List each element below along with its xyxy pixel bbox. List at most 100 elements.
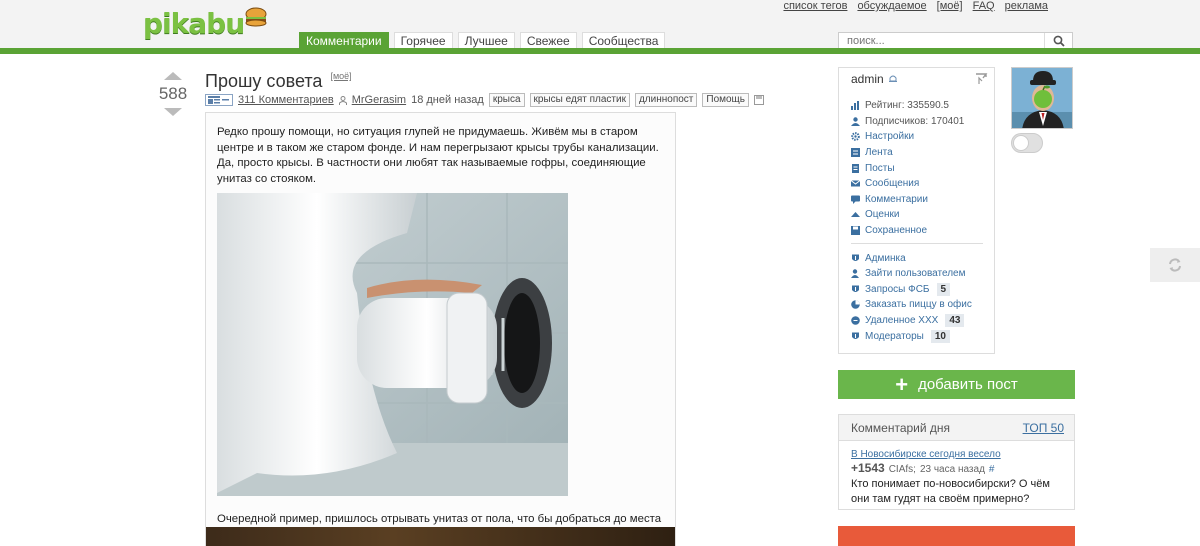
post-author[interactable]: MrGerasim <box>352 94 406 106</box>
comment-time: 23 часа назад <box>919 464 985 475</box>
tab-hot[interactable]: Горячее <box>393 32 453 49</box>
envelope-icon <box>851 180 860 187</box>
save-icon[interactable] <box>754 95 764 105</box>
post-rating: 588 <box>158 84 188 103</box>
author-icon <box>338 95 347 105</box>
post-text-1: Редко прошу помощи, но ситуация глупей н… <box>217 126 659 185</box>
search-button[interactable] <box>1044 33 1072 49</box>
post-content: Редко прошу помощи, но ситуация глупей н… <box>205 112 676 546</box>
avatar[interactable] <box>1011 67 1073 129</box>
comment-post-link[interactable]: В Новосибирске сегодня весело <box>851 449 1062 460</box>
header-green-line <box>0 48 1200 54</box>
comment-meta: +1543 CIAfs; 23 часа назад # <box>851 461 1062 475</box>
profile-rating: Рейтинг: 335590.5 <box>851 98 994 114</box>
view-toggle-icon[interactable] <box>205 94 233 106</box>
search-icon <box>1053 35 1065 47</box>
profile-header: admin <box>839 68 994 90</box>
count-badge: 10 <box>930 329 950 343</box>
comment-of-day-header: Комментарий дня ТОП 50 <box>839 415 1074 441</box>
tag-item[interactable]: Помощь <box>702 93 749 107</box>
toggle-knob <box>1013 135 1029 151</box>
shield-icon <box>852 332 859 339</box>
tab-communities[interactable]: Сообщества <box>581 32 666 49</box>
menu-deleted-xxx[interactable]: Удаленное XXX 43 <box>851 313 994 329</box>
circle-icon <box>851 316 860 325</box>
post-title-text: Прошу совета <box>205 71 323 91</box>
top50-link[interactable]: ТОП 50 <box>1023 421 1064 435</box>
post-image-2[interactable] <box>206 527 675 546</box>
tag-item[interactable]: крысы едят пластик <box>529 93 630 107</box>
top-link-discussed[interactable]: обсуждаемое <box>857 0 926 12</box>
site-header: pikabu список тегов обсуждаемое [моё] FA… <box>0 0 1200 54</box>
menu-admin[interactable]: Админка <box>851 250 994 266</box>
user-switch-icon <box>851 269 859 279</box>
tag-item[interactable]: длиннопост <box>634 93 698 107</box>
top-link-ads[interactable]: реклама <box>1005 0 1048 12</box>
count-badge: 5 <box>936 282 951 296</box>
avatar-image <box>1012 68 1072 128</box>
top-link-tags[interactable]: список тегов <box>783 0 847 12</box>
profile-panel: admin Рейтинг: 335590.5 Подписчиков: 170… <box>838 67 995 354</box>
add-post-button[interactable]: + добавить пост <box>838 370 1075 399</box>
comment-of-day-body: В Новосибирске сегодня весело +1543 CIAf… <box>839 441 1074 515</box>
menu-order-pizza[interactable]: Заказать пиццу в офис <box>851 297 994 313</box>
count-badge: 43 <box>945 314 965 328</box>
main-nav: Комментарии Горячее Лучшее Свежее Сообще… <box>299 32 666 49</box>
tab-comments[interactable]: Комментарии <box>299 32 389 49</box>
profile-menu: Рейтинг: 335590.5 Подписчиков: 170401 На… <box>839 90 994 344</box>
posts-icon <box>852 163 859 173</box>
tab-best[interactable]: Лучшее <box>457 32 515 49</box>
theme-toggle[interactable] <box>1011 133 1043 153</box>
profile-subscribers: Подписчиков: 170401 <box>851 114 994 130</box>
plus-icon: + <box>895 371 909 397</box>
top-link-mine[interactable]: [моё] <box>937 0 963 12</box>
comment-of-day: Комментарий дня ТОП 50 В Новосибирске се… <box>838 414 1075 510</box>
menu-messages[interactable]: Сообщения <box>851 176 994 192</box>
save-icon <box>851 226 860 236</box>
comment-icon <box>851 195 860 204</box>
sidebar-ad-banner[interactable] <box>838 526 1075 546</box>
comment-text: Кто понимает по-новосибирски? О чём они … <box>851 478 1050 505</box>
comment-user[interactable]: CIAfs; <box>889 464 916 475</box>
refresh-icon <box>1169 258 1181 272</box>
post-time: 18 дней назад <box>411 94 484 106</box>
post-title[interactable]: Прошу совета [моё] <box>205 71 352 92</box>
search-input[interactable] <box>839 33 1044 49</box>
chart-icon <box>851 101 859 111</box>
feed-icon <box>851 148 860 158</box>
menu-fsb-requests[interactable]: Запросы ФСБ 5 <box>851 282 994 298</box>
tag-item[interactable]: крыса <box>488 93 525 107</box>
bell-icon[interactable] <box>888 74 898 84</box>
refresh-button[interactable] <box>1150 248 1200 282</box>
profile-username[interactable]: admin <box>851 72 884 86</box>
shield-icon <box>852 254 859 261</box>
shield-icon <box>852 285 859 292</box>
menu-feed[interactable]: Лента <box>851 145 994 161</box>
gear-icon <box>851 132 860 142</box>
mine-label[interactable]: [моё] <box>330 71 351 81</box>
comments-link[interactable]: 311 Комментариев <box>238 94 334 106</box>
comment-score: +1543 <box>851 461 885 475</box>
top-links: список тегов обсуждаемое [моё] FAQ рекла… <box>783 0 1048 12</box>
tab-fresh[interactable]: Свежее <box>519 32 577 49</box>
user-icon <box>851 117 860 126</box>
pie-icon <box>851 300 860 310</box>
vote-block: 588 <box>155 72 191 116</box>
menu-comments[interactable]: Комментарии <box>851 192 994 208</box>
pikabu-logo[interactable]: pikabu <box>143 6 267 40</box>
menu-divider <box>851 243 983 245</box>
menu-ratings[interactable]: Оценки <box>851 207 994 223</box>
upvote-arrow-icon[interactable] <box>164 72 182 80</box>
post-meta: 311 Комментариев MrGerasim 18 дней назад… <box>205 93 764 107</box>
logout-icon[interactable] <box>974 72 988 86</box>
comment-hash-link[interactable]: # <box>989 464 995 475</box>
toilet-photo <box>217 193 568 496</box>
top-link-faq[interactable]: FAQ <box>973 0 995 12</box>
menu-posts[interactable]: Посты <box>851 160 994 176</box>
post-image-toilet[interactable] <box>217 193 568 496</box>
menu-login-as-user[interactable]: Зайти пользователем <box>851 266 994 282</box>
downvote-arrow-icon[interactable] <box>164 108 182 116</box>
menu-saved[interactable]: Сохраненное <box>851 223 994 239</box>
menu-settings[interactable]: Настройки <box>851 129 994 145</box>
menu-moderators[interactable]: Модераторы 10 <box>851 328 994 344</box>
